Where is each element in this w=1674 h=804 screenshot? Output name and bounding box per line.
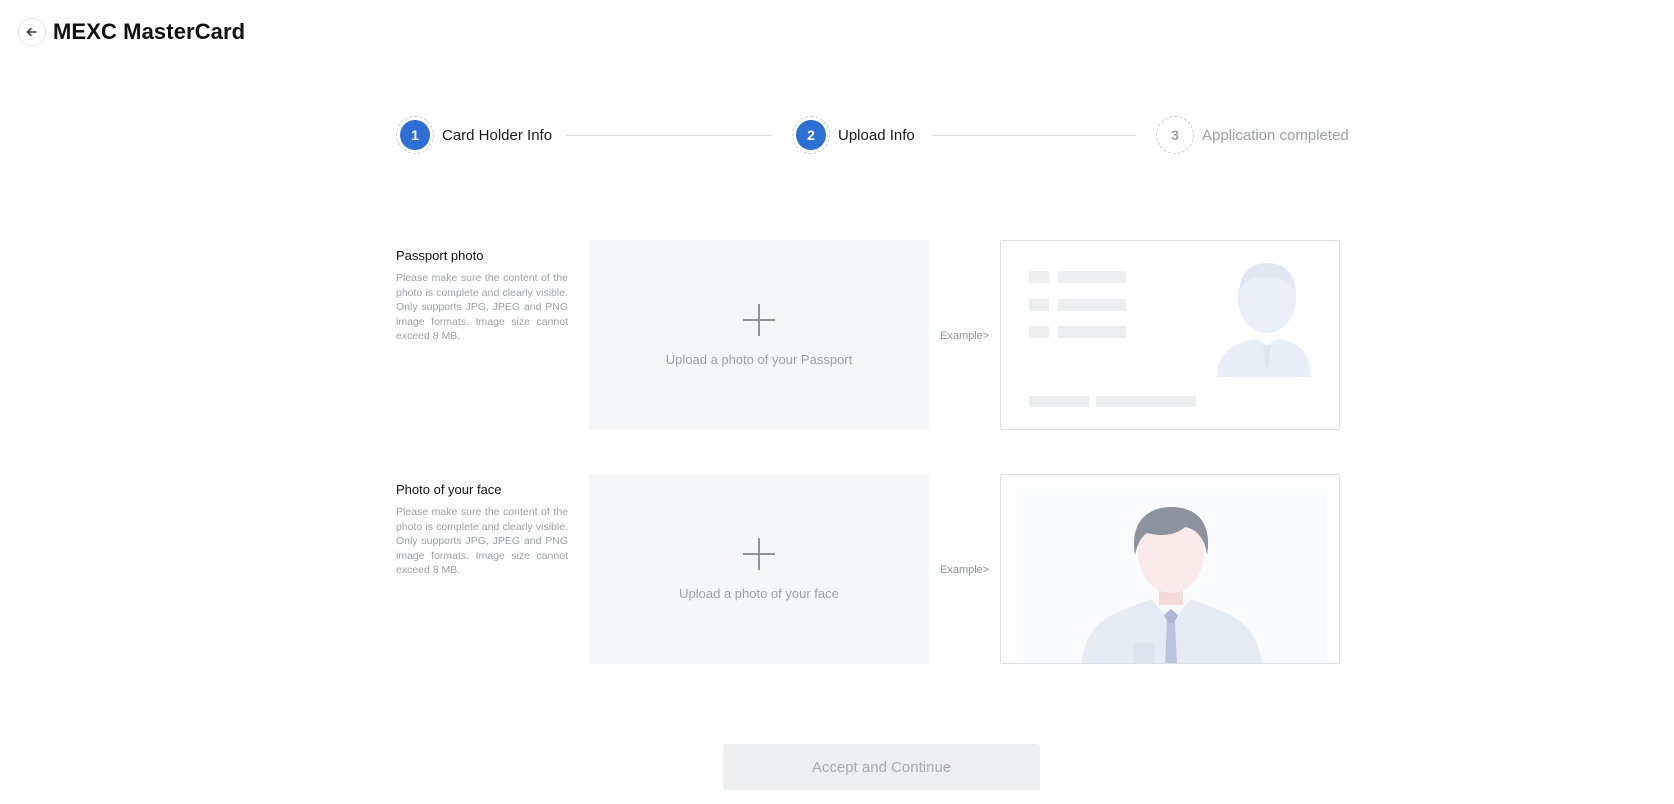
passport-info: Passport photo Please make sure the cont… — [396, 248, 568, 344]
step-label: Application completed — [1202, 126, 1349, 144]
step-connector — [566, 135, 772, 136]
face-example-image — [1000, 474, 1340, 664]
face-example-link[interactable]: Example> — [940, 564, 989, 576]
step-label: Card Holder Info — [442, 126, 553, 144]
passport-upload-section: Passport photo Please make sure the cont… — [396, 240, 1340, 432]
plus-icon — [743, 537, 775, 570]
passport-upload-dropzone[interactable]: Upload a photo of your Passport — [589, 240, 929, 430]
face-upload-section: Photo of your face Please make sure the … — [396, 474, 1340, 666]
step-number-badge: 2 — [792, 116, 830, 154]
face-upload-dropzone[interactable]: Upload a photo of your face — [589, 474, 929, 664]
step-label: Upload Info — [838, 126, 915, 144]
face-info: Photo of your face Please make sure the … — [396, 482, 568, 578]
passport-example-link[interactable]: Example> — [940, 330, 989, 342]
step-application-completed: 3 Application completed — [1156, 116, 1349, 154]
step-upload-info: 2 Upload Info — [792, 116, 915, 154]
progress-stepper: 1 Card Holder Info 2 Upload Info 3 Appli… — [396, 116, 1349, 156]
passport-title: Passport photo — [396, 248, 484, 263]
step-number-badge: 1 — [396, 116, 434, 154]
face-description: Please make sure the content of the phot… — [396, 506, 568, 577]
face-illustration — [1015, 489, 1327, 663]
face-title: Photo of your face — [396, 482, 502, 497]
passport-upload-label: Upload a photo of your Passport — [665, 351, 853, 367]
passport-illustration — [1029, 263, 1311, 407]
face-upload-label: Upload a photo of your face — [679, 585, 839, 601]
step-number: 2 — [796, 120, 826, 150]
accept-and-continue-button[interactable]: Accept and Continue — [723, 744, 1040, 790]
passport-example-image — [1000, 240, 1340, 430]
page-title: MEXC MasterCard — [53, 19, 246, 44]
step-connector — [932, 135, 1136, 136]
step-card-holder-info: 1 Card Holder Info — [396, 116, 552, 154]
step-number: 1 — [400, 120, 430, 150]
arrow-left-icon — [26, 27, 37, 37]
step-number: 3 — [1171, 127, 1179, 143]
back-button[interactable] — [18, 18, 46, 46]
step-number-badge: 3 — [1156, 116, 1194, 154]
page-header: MEXC MasterCard — [18, 18, 245, 46]
passport-description: Please make sure the content of the phot… — [396, 272, 568, 343]
plus-icon — [743, 303, 775, 336]
